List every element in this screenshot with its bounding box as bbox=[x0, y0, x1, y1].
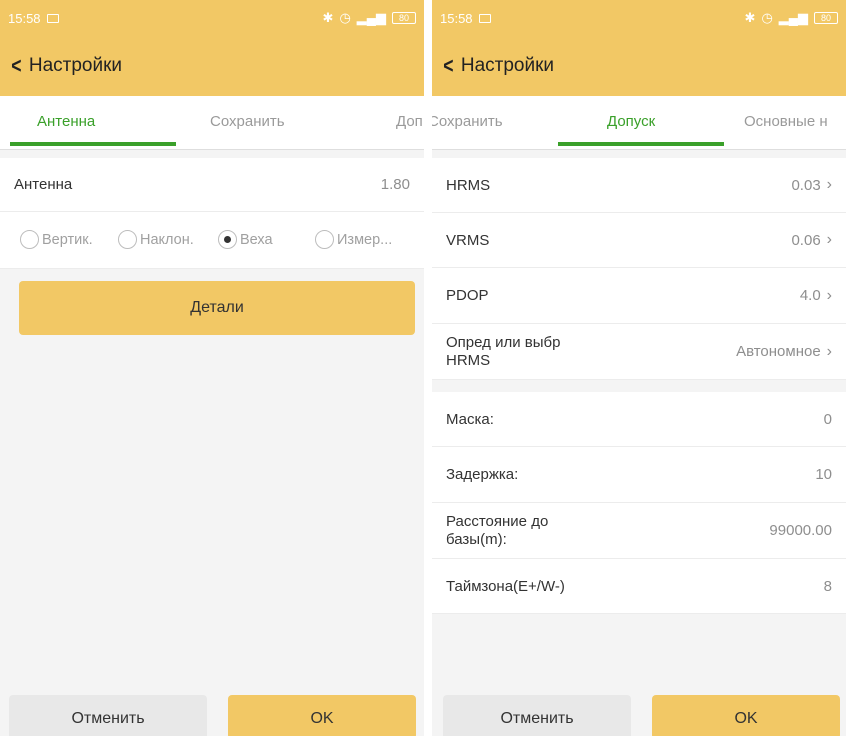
tab-general[interactable]: Основные н bbox=[744, 96, 828, 149]
left-screen: 15:58 ✱ ◷ ▂▄▆ 80 < Настройки Антенна Сох… bbox=[0, 0, 424, 736]
battery-level: 80 bbox=[820, 13, 831, 23]
timezone-label: Таймзона(E+/W-) bbox=[446, 577, 565, 595]
mask-row[interactable]: Маска: 0 bbox=[432, 392, 846, 447]
pdop-row[interactable]: PDOP 4.0 › bbox=[432, 268, 846, 324]
tab-bar: Сохранить Допуск Основные н bbox=[432, 96, 846, 150]
signal-icon: ▂▄▆ bbox=[356, 10, 386, 25]
ok-button[interactable]: OK bbox=[652, 695, 840, 736]
pdop-value: 4.0 bbox=[799, 287, 821, 304]
battery-icon: 80 bbox=[392, 12, 416, 24]
bluetooth-icon: ✱ bbox=[744, 10, 756, 25]
antenna-label: Антенна bbox=[14, 176, 73, 193]
base-distance-value: 99000.00 bbox=[769, 522, 832, 539]
details-button[interactable]: Детали bbox=[19, 281, 415, 335]
delay-value: 10 bbox=[815, 466, 832, 483]
hrms-label: HRMS bbox=[446, 176, 491, 194]
measure-type-radio-group: Вертик. Наклон. Веха Измер... bbox=[0, 212, 424, 269]
tab-indicator bbox=[10, 142, 176, 146]
vrms-label: VRMS bbox=[446, 231, 490, 249]
radio-label: Вертик. bbox=[42, 231, 93, 248]
alarm-icon: ◷ bbox=[761, 10, 773, 25]
app-header: < Настройки bbox=[432, 36, 846, 96]
back-chevron-icon[interactable]: < bbox=[443, 53, 453, 79]
radio-label: Измер... bbox=[337, 231, 393, 248]
app-header: < Настройки bbox=[0, 36, 424, 96]
radio-selected-icon bbox=[218, 230, 237, 249]
base-distance-label: Расстояние до базы(m): bbox=[446, 512, 549, 548]
hrms-mode-label: Опред или выбр HRMS bbox=[446, 333, 561, 369]
tab-bar: Антенна Сохранить Доп bbox=[0, 96, 424, 150]
antenna-row[interactable]: Антенна 1.80 bbox=[0, 158, 424, 212]
radio-measure[interactable]: Измер... bbox=[315, 230, 392, 249]
battery-icon: 80 bbox=[814, 12, 838, 24]
radio-circle-icon bbox=[118, 230, 137, 249]
cancel-button[interactable]: Отменить bbox=[9, 695, 207, 736]
hrms-mode-row[interactable]: Опред или выбр HRMS Автономное › bbox=[432, 324, 846, 380]
radio-circle-icon bbox=[315, 230, 334, 249]
status-bar: 15:58 ✱ ◷ ▂▄▆ 80 bbox=[0, 0, 424, 36]
hrms-row[interactable]: HRMS 0.03 › bbox=[432, 158, 846, 213]
chevron-right-icon: › bbox=[826, 176, 832, 193]
bluetooth-icon: ✱ bbox=[322, 10, 334, 25]
page-title[interactable]: Настройки bbox=[29, 55, 122, 77]
radio-pole[interactable]: Веха bbox=[218, 230, 273, 249]
status-time: 15:58 bbox=[8, 10, 41, 26]
cancel-button[interactable]: Отменить bbox=[443, 695, 631, 736]
radio-tilt[interactable]: Наклон. bbox=[118, 230, 194, 249]
screen-divider bbox=[424, 0, 432, 736]
delay-label: Задержка: bbox=[446, 466, 519, 483]
vrms-row[interactable]: VRMS 0.06 › bbox=[432, 213, 846, 268]
chevron-right-icon: › bbox=[826, 342, 832, 360]
tab-save[interactable]: Сохранить bbox=[210, 96, 285, 149]
tab-tolerance[interactable]: Доп bbox=[396, 96, 423, 149]
battery-level: 80 bbox=[398, 13, 409, 23]
signal-icon: ▂▄▆ bbox=[778, 10, 808, 25]
page-title[interactable]: Настройки bbox=[461, 55, 554, 77]
antenna-value: 1.80 bbox=[380, 176, 410, 193]
image-notification-icon bbox=[478, 13, 491, 23]
radio-label: Веха bbox=[240, 231, 273, 248]
timezone-value: 8 bbox=[823, 577, 832, 595]
base-distance-row[interactable]: Расстояние до базы(m): 99000.00 bbox=[432, 503, 846, 559]
radio-circle-icon bbox=[20, 230, 39, 249]
alarm-icon: ◷ bbox=[339, 10, 351, 25]
hrms-value: 0.03 bbox=[791, 176, 821, 194]
mask-label: Маска: bbox=[446, 410, 494, 428]
vrms-value: 0.06 bbox=[791, 231, 821, 249]
ok-button[interactable]: OK bbox=[228, 695, 416, 736]
image-notification-icon bbox=[46, 13, 59, 23]
tab-save[interactable]: Сохранить bbox=[432, 96, 503, 149]
radio-vertical[interactable]: Вертик. bbox=[20, 230, 93, 249]
radio-label: Наклон. bbox=[140, 231, 194, 248]
chevron-right-icon: › bbox=[826, 231, 832, 248]
tab-indicator bbox=[558, 142, 724, 146]
timezone-row[interactable]: Таймзона(E+/W-) 8 bbox=[432, 559, 846, 614]
chevron-right-icon: › bbox=[826, 286, 832, 304]
pdop-label: PDOP bbox=[446, 287, 489, 304]
delay-row[interactable]: Задержка: 10 bbox=[432, 447, 846, 503]
back-chevron-icon[interactable]: < bbox=[11, 53, 21, 79]
right-screen: 15:58 ✱ ◷ ▂▄▆ 80 < Настройки Сохранить Д… bbox=[432, 0, 846, 736]
hrms-mode-value: Автономное bbox=[736, 343, 821, 360]
status-bar: 15:58 ✱ ◷ ▂▄▆ 80 bbox=[432, 0, 846, 36]
mask-value: 0 bbox=[823, 410, 832, 428]
status-time: 15:58 bbox=[440, 10, 473, 26]
